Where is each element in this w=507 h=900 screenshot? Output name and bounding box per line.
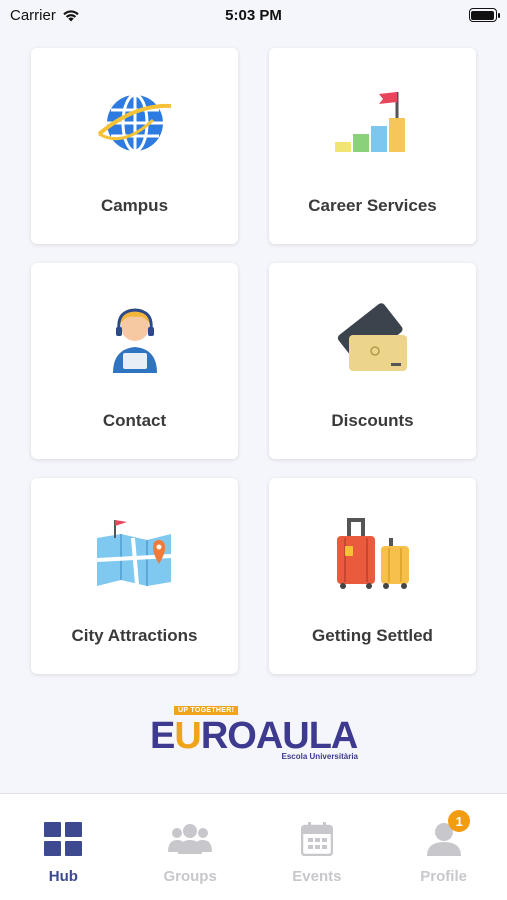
logo-subtitle: Escola Universitària <box>281 752 358 761</box>
calendar-icon <box>300 822 333 856</box>
tile-label: Contact <box>102 411 167 430</box>
status-bar: Carrier 5:03 PM <box>0 0 507 30</box>
support-agent-icon <box>93 301 177 375</box>
tab-groups[interactable]: Groups <box>127 794 254 900</box>
tile-label: City Attractions <box>71 626 198 645</box>
city-map-icon <box>93 516 177 590</box>
tab-label: Groups <box>163 868 217 885</box>
tab-events[interactable]: Events <box>254 794 381 900</box>
tab-hub[interactable]: Hub <box>0 794 127 900</box>
tile-label: Career Services <box>308 196 437 215</box>
logo-wordmark: EUROAULA <box>150 715 358 757</box>
clock: 5:03 PM <box>225 6 282 24</box>
carrier-label: Carrier <box>10 6 56 24</box>
tab-label: Profile <box>420 868 467 885</box>
tab-profile[interactable]: 1 Profile <box>380 794 507 900</box>
tile-label: Campus <box>100 196 169 215</box>
tile-getting-settled[interactable]: Getting Settled <box>269 478 476 674</box>
tile-contact[interactable]: Contact <box>31 263 238 459</box>
euroaula-logo: UP TOGETHER! EUROAULA Escola Universitàr… <box>150 706 360 766</box>
tile-career-services[interactable]: Career Services <box>269 48 476 244</box>
globe-icon <box>93 86 177 160</box>
status-left: Carrier <box>10 7 150 24</box>
tab-bar: Hub Groups Events 1 Profile <box>0 793 507 900</box>
discount-cards-icon <box>331 301 415 375</box>
tab-label: Hub <box>48 868 78 885</box>
group-icon <box>168 824 213 854</box>
luggage-icon <box>331 516 415 590</box>
career-growth-icon <box>331 86 415 160</box>
tile-city-attractions[interactable]: City Attractions <box>31 478 238 674</box>
tile-label: Discounts <box>331 411 414 430</box>
grid-icon <box>44 822 83 856</box>
notification-badge: 1 <box>448 810 471 832</box>
tile-discounts[interactable]: Discounts <box>269 263 476 459</box>
tab-label: Events <box>292 868 342 885</box>
status-right <box>357 8 500 22</box>
wifi-icon <box>63 9 79 21</box>
logo-tagline: UP TOGETHER! <box>174 706 239 715</box>
tile-label: Getting Settled <box>312 626 433 645</box>
tile-campus[interactable]: Campus <box>31 48 238 244</box>
battery-icon <box>468 8 500 22</box>
